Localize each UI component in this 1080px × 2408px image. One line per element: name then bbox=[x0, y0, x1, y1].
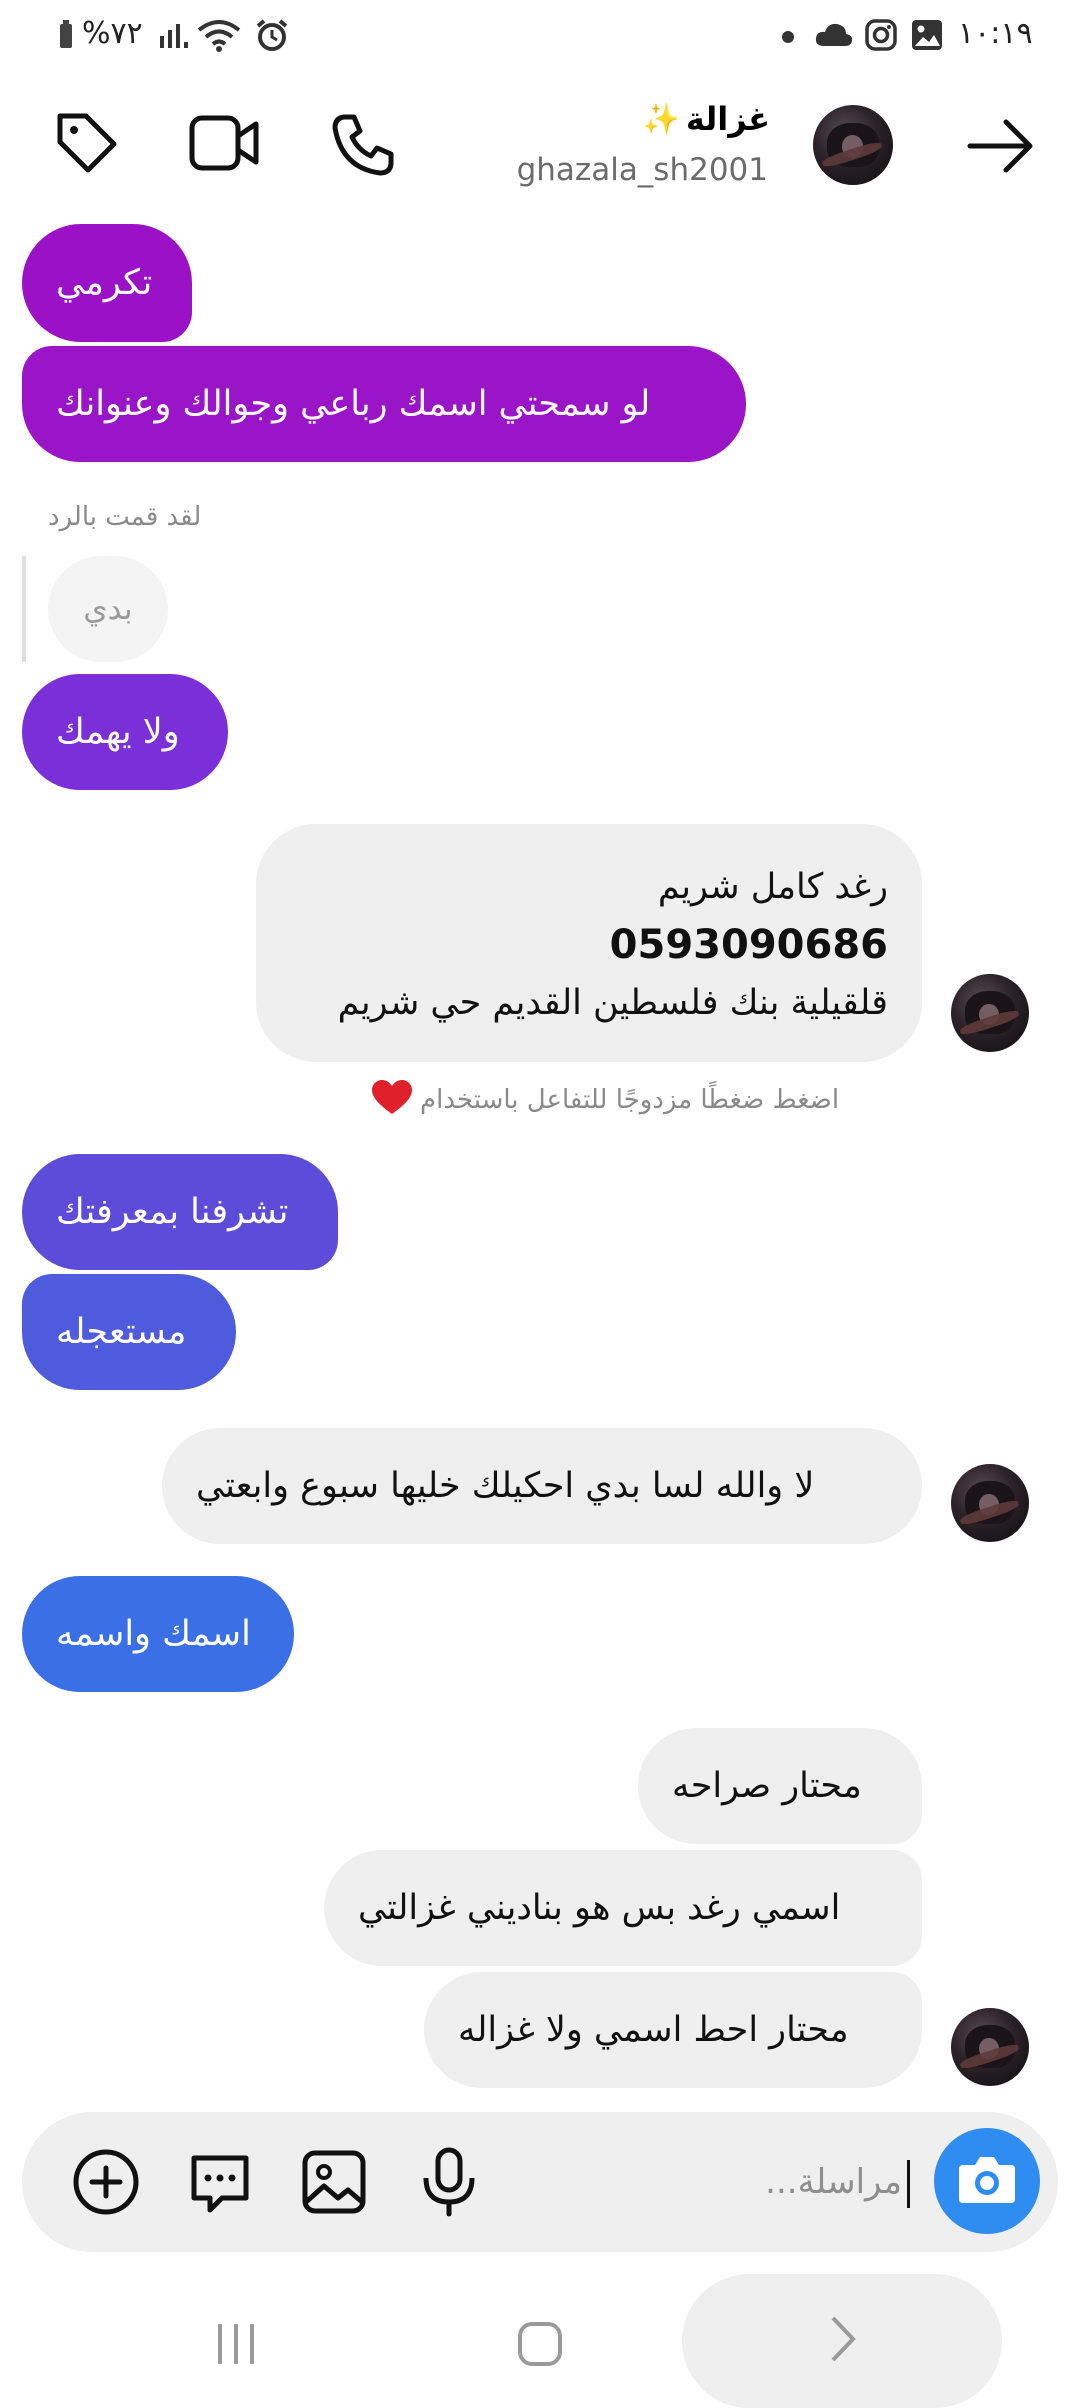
sender-avatar bbox=[951, 1464, 1029, 1542]
camera-button[interactable] bbox=[934, 2128, 1040, 2234]
incoming-message[interactable]: اسمي رغد بس هو بناديني غزالتي bbox=[324, 1850, 922, 1966]
incoming-message[interactable]: محتار احط اسمي ولا غزاله bbox=[424, 1972, 922, 2088]
instagram-icon bbox=[864, 18, 898, 56]
phone-icon[interactable] bbox=[330, 112, 396, 178]
outgoing-message[interactable]: ولا يهمك bbox=[22, 674, 228, 790]
heart-icon bbox=[372, 1080, 412, 1120]
back-nav-button[interactable] bbox=[682, 2274, 1002, 2408]
microphone-icon[interactable] bbox=[420, 2146, 478, 2222]
message-line: رغد كامل شريم bbox=[657, 867, 888, 907]
chevron-right-icon bbox=[827, 2314, 857, 2368]
outgoing-message[interactable]: لو سمحتي اسمك رباعي وجوالك وعنوانك bbox=[22, 346, 746, 462]
incoming-message[interactable]: رغد كامل شريم 0593090686 قلقيلية بنك فلس… bbox=[256, 824, 922, 1062]
image-notification-icon bbox=[910, 18, 944, 56]
message-line: قلقيلية بنك فلسطين القديم حي شريم bbox=[337, 983, 888, 1023]
battery-icon bbox=[58, 20, 74, 50]
home-icon[interactable] bbox=[516, 2320, 564, 2372]
add-icon[interactable] bbox=[72, 2148, 140, 2220]
cloud-icon bbox=[814, 20, 854, 52]
back-arrow-icon[interactable] bbox=[966, 118, 1036, 174]
incoming-message[interactable]: محتار صراحه bbox=[638, 1728, 922, 1844]
signal-icon bbox=[158, 20, 194, 54]
battery-percent: %٧٢ bbox=[82, 16, 143, 51]
reply-quote-bar bbox=[22, 556, 26, 662]
outgoing-message[interactable]: تكرمي bbox=[22, 224, 192, 342]
contact-name-row[interactable]: غزالة ✨ bbox=[642, 100, 770, 138]
camera-icon bbox=[957, 2153, 1017, 2209]
dot-icon bbox=[782, 31, 794, 43]
outgoing-message[interactable]: تشرفنا بمعرفتك bbox=[22, 1154, 338, 1270]
incoming-message[interactable]: لا والله لسا بدي احكيلك خليها سبوع وابعت… bbox=[162, 1428, 922, 1544]
contact-username: ghazala_sh2001 bbox=[516, 152, 768, 188]
message-placeholder: مراسلة... bbox=[765, 2162, 902, 2202]
recent-apps-icon[interactable] bbox=[214, 2322, 258, 2370]
clock-time: ١٠:١٩ bbox=[958, 16, 1033, 51]
status-bar: %٧٢ ١٠:١٩ bbox=[0, 0, 1080, 72]
outgoing-message[interactable]: مستعجله bbox=[22, 1274, 236, 1390]
outgoing-message[interactable]: اسمك واسمه bbox=[22, 1576, 294, 1692]
sender-avatar bbox=[951, 2008, 1029, 2086]
sparkles-emoji: ✨ bbox=[642, 101, 680, 137]
tag-icon[interactable] bbox=[52, 108, 122, 178]
reaction-hint: اضغط ضغطًا مزدوجًا للتفاعل باستخدام bbox=[372, 1080, 839, 1120]
sticker-icon[interactable] bbox=[186, 2148, 254, 2220]
contact-avatar[interactable] bbox=[813, 105, 893, 185]
double-tap-hint: اضغط ضغطًا مزدوجًا للتفاعل باستخدام bbox=[420, 1085, 840, 1115]
reply-label: لقد قمت بالرد bbox=[48, 502, 202, 532]
wifi-icon bbox=[196, 18, 242, 58]
quoted-message[interactable]: بدي bbox=[48, 556, 168, 662]
sender-avatar bbox=[951, 974, 1029, 1052]
phone-number: 0593090686 bbox=[609, 922, 888, 968]
text-cursor bbox=[907, 2160, 910, 2208]
alarm-icon bbox=[254, 18, 290, 58]
gallery-icon[interactable] bbox=[300, 2148, 368, 2220]
message-input[interactable]: مراسلة... bbox=[700, 2156, 910, 2212]
video-call-icon[interactable] bbox=[188, 112, 260, 174]
contact-display-name: غزالة bbox=[685, 100, 770, 138]
